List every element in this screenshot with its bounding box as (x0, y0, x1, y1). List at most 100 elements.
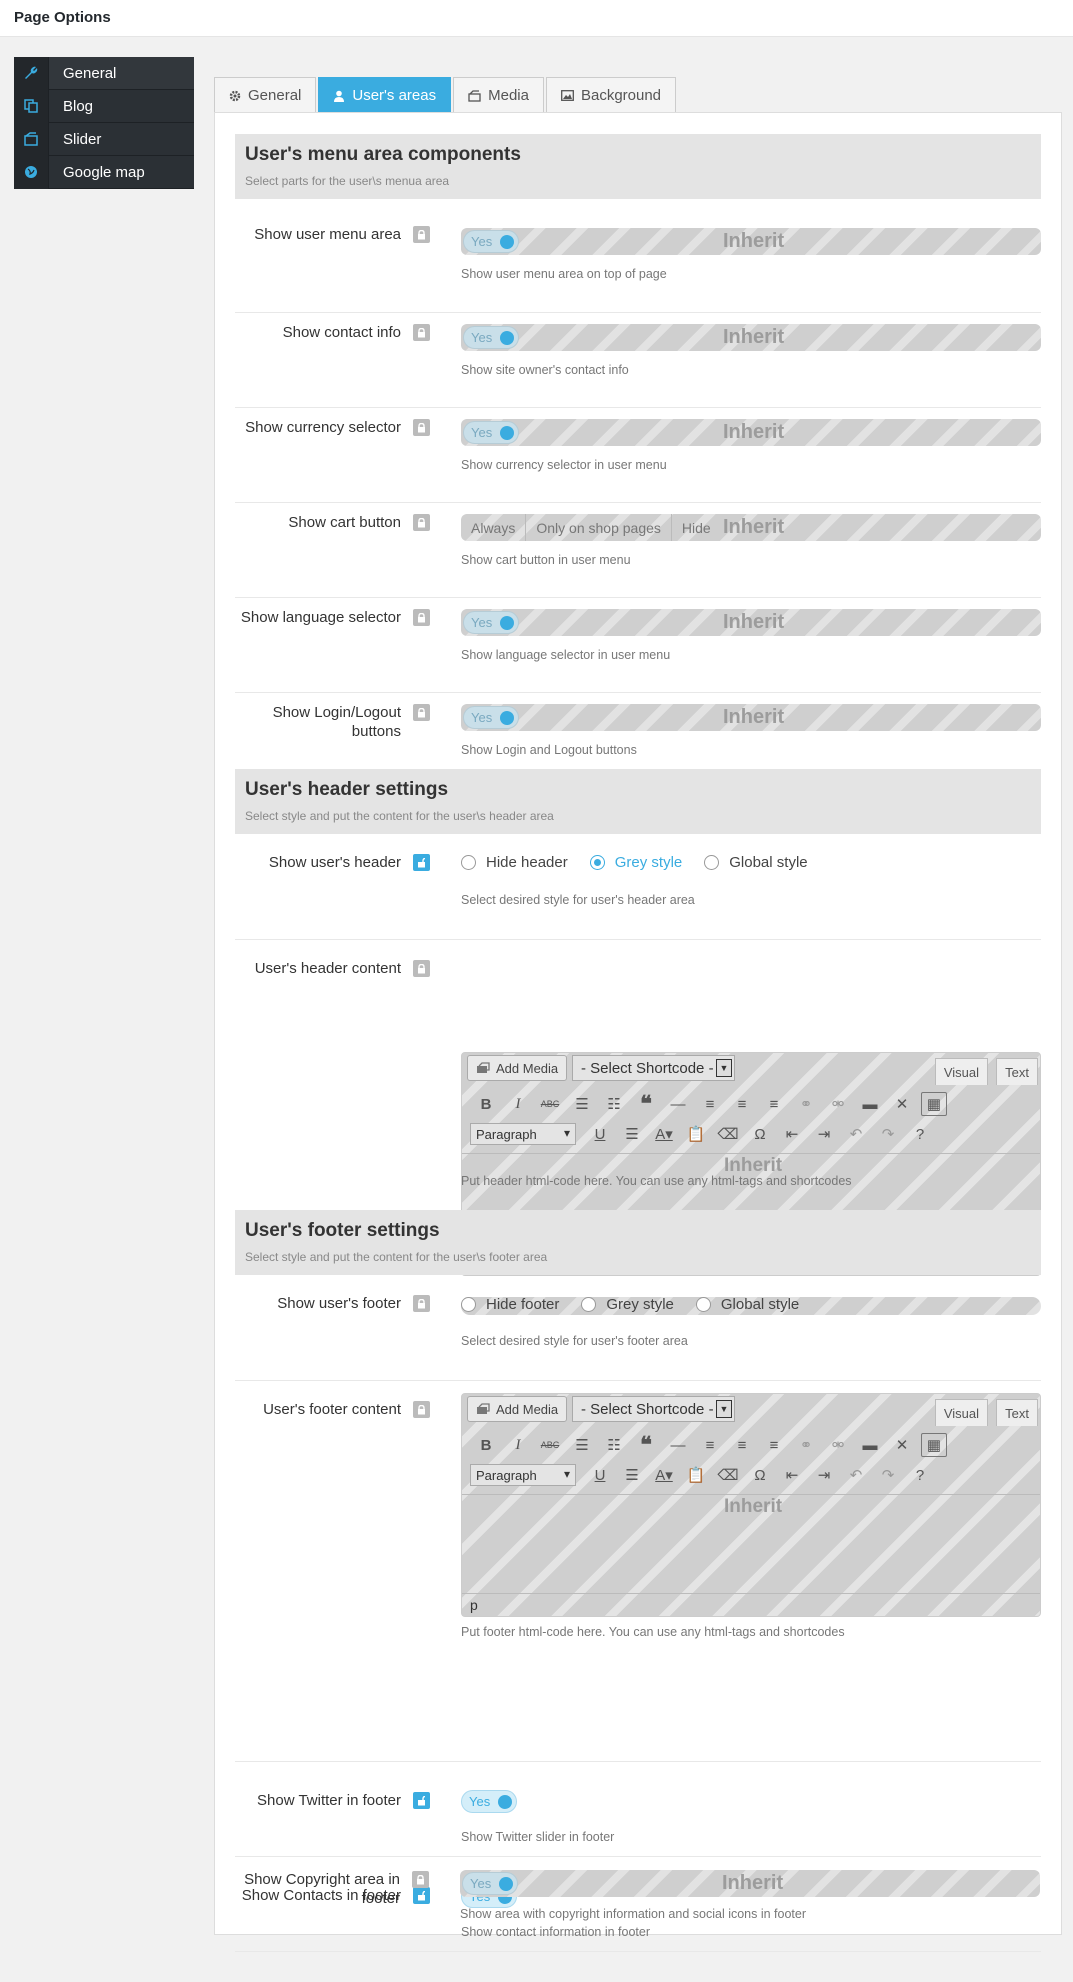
lock-icon[interactable] (413, 514, 430, 531)
text-tab[interactable]: Text (996, 1058, 1038, 1085)
redo-icon[interactable]: ↷ (872, 1122, 904, 1146)
yes-toggle[interactable]: Yes (463, 326, 519, 349)
unlink-icon[interactable]: ⚮ (822, 1092, 854, 1116)
inherit-overlay[interactable]: Yes Inherit (461, 228, 1041, 255)
special-character-icon[interactable]: Ω (744, 1122, 776, 1146)
lock-icon[interactable] (413, 1401, 430, 1418)
italic-icon[interactable]: I (502, 1092, 534, 1116)
blockquote-icon[interactable]: ❝ (630, 1432, 662, 1457)
unlock-icon[interactable] (413, 854, 430, 871)
radio-hide-header[interactable]: Hide header (461, 854, 568, 871)
inherit-overlay[interactable]: Hide footer Grey style Global style (461, 1296, 1041, 1315)
shortcode-select[interactable]: - Select Shortcode - ▼ (572, 1055, 735, 1081)
sidebar-item-slider[interactable]: Slider (14, 122, 194, 156)
tab-media[interactable]: Media (453, 77, 544, 113)
fullscreen-icon[interactable]: ✕ (886, 1092, 918, 1116)
numbered-list-icon[interactable]: ☷ (598, 1433, 630, 1457)
lock-icon[interactable] (413, 324, 430, 341)
justify-icon[interactable]: ☰ (616, 1122, 648, 1146)
lock-icon[interactable] (413, 704, 430, 721)
undo-icon[interactable]: ↶ (840, 1463, 872, 1487)
radio-grey-style[interactable]: Grey style (589, 854, 682, 871)
help-icon[interactable]: ? (904, 1463, 936, 1487)
lock-icon[interactable] (413, 226, 430, 243)
add-media-button[interactable]: Add Media (467, 1055, 568, 1081)
special-character-icon[interactable]: Ω (744, 1463, 776, 1487)
clear-formatting-icon[interactable]: ⌫ (712, 1122, 744, 1146)
strikethrough-icon[interactable]: ABC (534, 1092, 566, 1116)
paste-text-icon[interactable]: 📋 (680, 1463, 712, 1487)
bold-icon[interactable]: B (470, 1092, 502, 1116)
text-tab[interactable]: Text (996, 1399, 1038, 1426)
yes-toggle[interactable]: Yes (461, 1790, 517, 1813)
redo-icon[interactable]: ↷ (872, 1463, 904, 1487)
outdent-icon[interactable]: ⇤ (776, 1122, 808, 1146)
inherit-overlay[interactable]: Yes Inherit (460, 1870, 1040, 1897)
paste-text-icon[interactable]: 📋 (680, 1122, 712, 1146)
inherit-overlay[interactable]: Yes Inherit (461, 704, 1041, 731)
paragraph-select[interactable]: Paragraph (470, 1123, 576, 1145)
inherit-overlay[interactable]: Yes Inherit (461, 324, 1041, 351)
horizontal-rule-icon[interactable]: — (662, 1433, 694, 1457)
visual-tab[interactable]: Visual (934, 1399, 988, 1426)
bullet-list-icon[interactable]: ☰ (566, 1092, 598, 1116)
align-center-icon[interactable]: ≡ (726, 1433, 758, 1457)
radio-grey-style[interactable]: Grey style (581, 1296, 674, 1313)
sidebar-item-blog[interactable]: Blog (14, 89, 194, 123)
tab-users-areas[interactable]: User's areas (318, 77, 452, 113)
keyboard-icon[interactable]: ▦ (921, 1433, 947, 1457)
bold-icon[interactable]: B (470, 1433, 502, 1457)
yes-toggle[interactable]: Yes (463, 611, 519, 634)
justify-icon[interactable]: ☰ (616, 1463, 648, 1487)
clear-formatting-icon[interactable]: ⌫ (712, 1463, 744, 1487)
text-color-icon[interactable]: A▾ (648, 1463, 680, 1487)
sidebar-item-google-map[interactable]: Google map (14, 155, 194, 189)
fullscreen-icon[interactable]: ✕ (886, 1433, 918, 1457)
unlink-icon[interactable]: ⚮ (822, 1433, 854, 1457)
strikethrough-icon[interactable]: ABC (534, 1433, 566, 1457)
yes-toggle[interactable]: Yes (463, 230, 519, 253)
tab-background[interactable]: Background (545, 77, 677, 113)
inherit-overlay[interactable]: Yes Inherit (461, 609, 1041, 636)
yes-toggle[interactable]: Yes (462, 1872, 518, 1895)
radio-global-style[interactable]: Global style (695, 1296, 799, 1313)
indent-icon[interactable]: ⇥ (808, 1463, 840, 1487)
italic-icon[interactable]: I (502, 1433, 534, 1457)
text-color-icon[interactable]: A▾ (648, 1122, 680, 1146)
outdent-icon[interactable]: ⇤ (776, 1463, 808, 1487)
align-right-icon[interactable]: ≡ (758, 1433, 790, 1457)
lock-icon[interactable] (413, 419, 430, 436)
lock-icon[interactable] (413, 960, 430, 977)
numbered-list-icon[interactable]: ☷ (598, 1092, 630, 1116)
tab-general[interactable]: General (214, 77, 317, 113)
link-icon[interactable]: ⚭ (790, 1092, 822, 1116)
lock-icon[interactable] (413, 609, 430, 626)
read-more-icon[interactable]: ▬ (854, 1433, 886, 1457)
underline-icon[interactable]: U (584, 1463, 616, 1487)
lock-icon[interactable] (413, 1295, 430, 1312)
unlock-icon[interactable] (413, 1792, 430, 1809)
undo-icon[interactable]: ↶ (840, 1122, 872, 1146)
option-hide[interactable]: Hide (672, 514, 721, 541)
read-more-icon[interactable]: ▬ (854, 1092, 886, 1116)
shortcode-select[interactable]: - Select Shortcode - ▼ (572, 1396, 735, 1422)
blockquote-icon[interactable]: ❝ (630, 1091, 662, 1116)
visual-tab[interactable]: Visual (934, 1058, 988, 1085)
add-media-button[interactable]: Add Media (467, 1396, 568, 1422)
paragraph-select[interactable]: Paragraph (470, 1464, 576, 1486)
align-center-icon[interactable]: ≡ (726, 1092, 758, 1116)
footer-content-editor[interactable]: Add Media - Select Shortcode - ▼ Visual T… (461, 1393, 1041, 1617)
help-icon[interactable]: ? (904, 1122, 936, 1146)
option-only-shop-pages[interactable]: Only on shop pages (526, 514, 672, 541)
yes-toggle[interactable]: Yes (463, 421, 519, 444)
yes-toggle[interactable]: Yes (463, 706, 519, 729)
horizontal-rule-icon[interactable]: — (662, 1092, 694, 1116)
keyboard-icon[interactable]: ▦ (921, 1092, 947, 1116)
option-always[interactable]: Always (461, 514, 527, 541)
inherit-overlay[interactable]: Always Only on shop pages Hide Inherit (461, 514, 1041, 541)
bullet-list-icon[interactable]: ☰ (566, 1433, 598, 1457)
link-icon[interactable]: ⚭ (790, 1433, 822, 1457)
radio-global-style[interactable]: Global style (704, 854, 808, 871)
align-left-icon[interactable]: ≡ (694, 1092, 726, 1116)
align-right-icon[interactable]: ≡ (758, 1092, 790, 1116)
